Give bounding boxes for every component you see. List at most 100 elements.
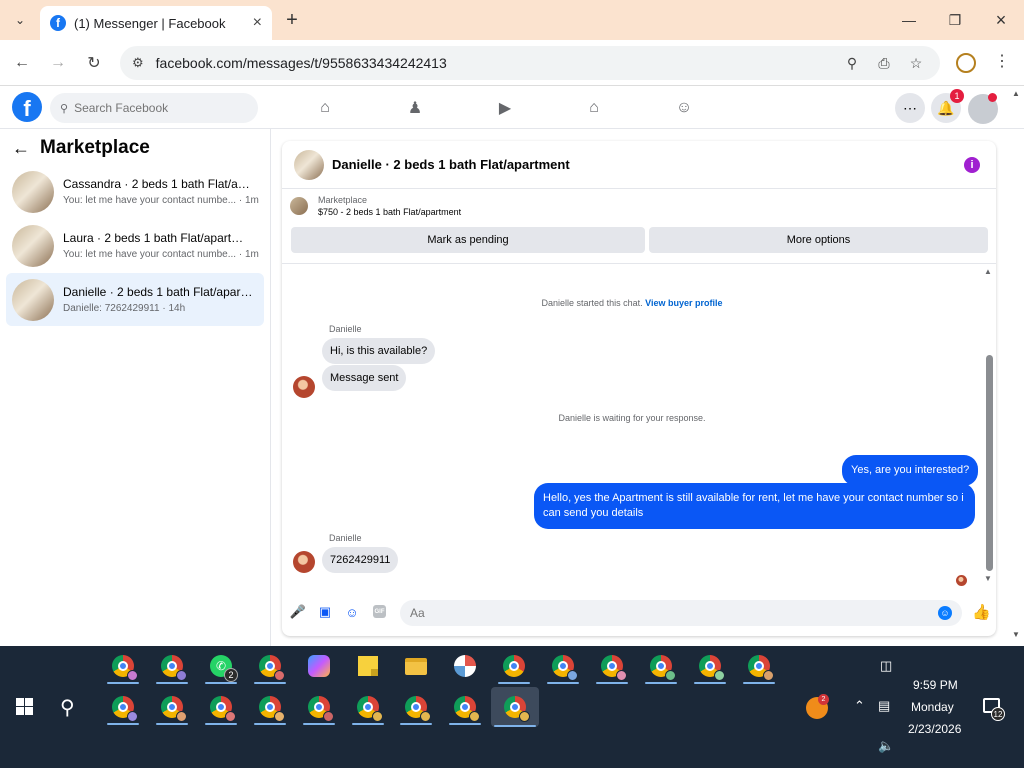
chrome-taskbar-icon[interactable] <box>740 648 778 684</box>
facebook-search-box[interactable]: ⚲ <box>50 93 258 123</box>
chrome-taskbar-icon[interactable] <box>251 689 289 725</box>
zoom-icon[interactable]: ⚲ <box>840 51 864 75</box>
running-indicator <box>303 723 335 725</box>
photo-icon[interactable]: ▣ <box>316 603 334 621</box>
like-thumb-icon[interactable]: 👍 <box>972 603 991 621</box>
site-info-icon[interactable]: ⚙ <box>132 55 144 71</box>
friends-icon[interactable]: ♟ <box>395 94 435 122</box>
video-icon[interactable]: ▶ <box>485 94 525 122</box>
more-options-button[interactable]: More options <box>649 227 988 253</box>
sticker-icon[interactable]: ☺ <box>343 603 361 621</box>
view-buyer-profile-link[interactable]: View buyer profile <box>645 298 722 308</box>
chat-title[interactable]: Danielle · 2 beds 1 bath Flat/apartment <box>332 157 570 172</box>
chrome-taskbar-icon[interactable] <box>446 689 484 725</box>
marketplace-icon[interactable]: ⌂ <box>574 94 614 122</box>
scroll-down-arrow-icon[interactable]: ▼ <box>984 574 992 583</box>
clock-time[interactable]: 9:59 PM <box>913 678 958 692</box>
file-explorer-taskbar-icon[interactable] <box>397 648 435 684</box>
chat-scrollbar-thumb[interactable] <box>986 355 993 571</box>
chat-started-notice: Danielle started this chat. View buyer p… <box>282 298 982 308</box>
bookmark-star-icon[interactable]: ☆ <box>904 51 928 75</box>
show-hidden-icons-chevron-icon[interactable]: ⌃ <box>854 698 865 714</box>
sender-avatar[interactable] <box>293 376 315 398</box>
chrome-taskbar-icon[interactable] <box>397 689 435 725</box>
tab-search-chevron-icon[interactable]: ⌄ <box>8 8 32 32</box>
microphone-icon[interactable]: 🎤 <box>289 603 307 621</box>
conversation-item[interactable]: Cassandra · 2 beds 1 bath Flat/apa... Yo… <box>6 165 264 218</box>
chrome-taskbar-icon[interactable] <box>642 648 680 684</box>
copilot-taskbar-icon[interactable] <box>300 648 338 684</box>
clock-day[interactable]: Monday <box>911 700 954 714</box>
forward-button[interactable]: → <box>46 51 70 75</box>
chat-listing-thumbnail[interactable] <box>294 149 324 180</box>
snipping-tool-icon <box>454 655 476 677</box>
chrome-taskbar-icon[interactable] <box>544 648 582 684</box>
outgoing-message[interactable]: Yes, are you interested? <box>842 455 979 486</box>
seen-indicator-avatar <box>956 575 967 586</box>
new-tab-button[interactable]: + <box>280 8 304 32</box>
incoming-message[interactable]: Hi, is this available? <box>322 338 436 364</box>
menu-grid-icon[interactable]: ⋯ <box>895 93 925 123</box>
browser-menu-icon[interactable]: ⋮ <box>994 51 1010 71</box>
windows-start-icon[interactable] <box>16 698 33 715</box>
close-tab-icon[interactable]: × <box>253 14 262 32</box>
chrome-taskbar-icon[interactable] <box>251 648 289 684</box>
install-app-icon[interactable]: ⎙ <box>872 51 896 75</box>
taskbar-search-icon[interactable]: ⚲ <box>60 695 75 720</box>
groups-icon[interactable]: ☺ <box>664 94 704 122</box>
tray-badge: 2 <box>818 694 829 705</box>
minimize-button[interactable]: — <box>895 8 923 32</box>
chrome-taskbar-icon[interactable] <box>153 648 191 684</box>
emoji-icon[interactable]: ☺ <box>938 606 952 620</box>
browser-tab[interactable]: f (1) Messenger | Facebook × <box>40 6 272 40</box>
running-indicator <box>498 682 530 684</box>
chrome-taskbar-icon[interactable] <box>202 689 240 725</box>
sender-avatar[interactable] <box>293 551 315 573</box>
incoming-message[interactable]: Message sent <box>322 365 407 391</box>
chrome-taskbar-icon[interactable] <box>593 648 631 684</box>
facebook-search-input[interactable] <box>74 101 225 115</box>
chrome-taskbar-icon[interactable] <box>104 689 142 725</box>
chrome-icon <box>504 696 530 722</box>
conversation-item-active[interactable]: Danielle · 2 beds 1 bath Flat/apart... D… <box>6 273 264 326</box>
page-scroll-down-icon[interactable]: ▼ <box>1012 630 1020 639</box>
message-input[interactable] <box>410 606 938 620</box>
url-text[interactable]: facebook.com/messages/t/9558633434242413 <box>156 55 832 71</box>
info-icon[interactable]: i <box>964 157 980 173</box>
scroll-up-arrow-icon[interactable]: ▲ <box>984 267 992 276</box>
meet-now-icon[interactable]: ◫ <box>880 658 892 674</box>
whatsapp-taskbar-icon[interactable]: ✆ 2 <box>202 648 240 684</box>
page-scroll-up-icon[interactable]: ▲ <box>1012 89 1020 98</box>
network-icon[interactable]: ▤ <box>878 698 890 714</box>
conversation-item[interactable]: Laura · 2 beds 1 bath Flat/apartment You… <box>6 219 264 272</box>
chrome-taskbar-icon-active[interactable] <box>491 687 539 727</box>
back-button[interactable]: ← <box>10 51 34 75</box>
gif-icon[interactable]: GIF <box>373 605 386 618</box>
incoming-message[interactable]: 7262429911 <box>322 547 399 573</box>
conversation-preview: You: let me have your contact numbe... ·… <box>63 195 259 206</box>
chrome-taskbar-icon[interactable] <box>691 648 729 684</box>
snipping-tool-taskbar-icon[interactable] <box>446 648 484 684</box>
reload-button[interactable]: ↻ <box>82 51 106 75</box>
chrome-taskbar-icon[interactable] <box>349 689 387 725</box>
browser-profile-icon[interactable] <box>956 53 976 73</box>
chrome-taskbar-icon[interactable] <box>153 689 191 725</box>
facebook-logo-icon[interactable]: f <box>12 92 42 122</box>
volume-icon[interactable]: 🔈 <box>878 738 894 754</box>
chrome-taskbar-icon[interactable] <box>495 648 533 684</box>
clock-date[interactable]: 2/23/2026 <box>908 722 961 736</box>
chrome-icon <box>357 696 383 722</box>
message-input-box[interactable]: ☺ <box>400 600 962 626</box>
listing-thumbnail <box>12 170 54 213</box>
back-arrow-icon[interactable]: ← <box>12 138 30 159</box>
chrome-taskbar-icon[interactable] <box>104 648 142 684</box>
mark-as-pending-button[interactable]: Mark as pending <box>291 227 645 253</box>
chrome-taskbar-icon[interactable] <box>300 689 338 725</box>
address-bar[interactable]: ⚙ facebook.com/messages/t/95586334342424… <box>120 46 940 80</box>
home-icon[interactable]: ⌂ <box>305 94 345 122</box>
close-window-button[interactable]: × <box>987 8 1015 32</box>
restore-button[interactable]: ❐ <box>941 8 969 32</box>
listing-summary[interactable]: Marketplace $750 - 2 beds 1 bath Flat/ap… <box>290 195 461 217</box>
sticky-notes-taskbar-icon[interactable] <box>349 648 387 684</box>
outgoing-message[interactable]: Hello, yes the Apartment is still availa… <box>534 483 975 529</box>
